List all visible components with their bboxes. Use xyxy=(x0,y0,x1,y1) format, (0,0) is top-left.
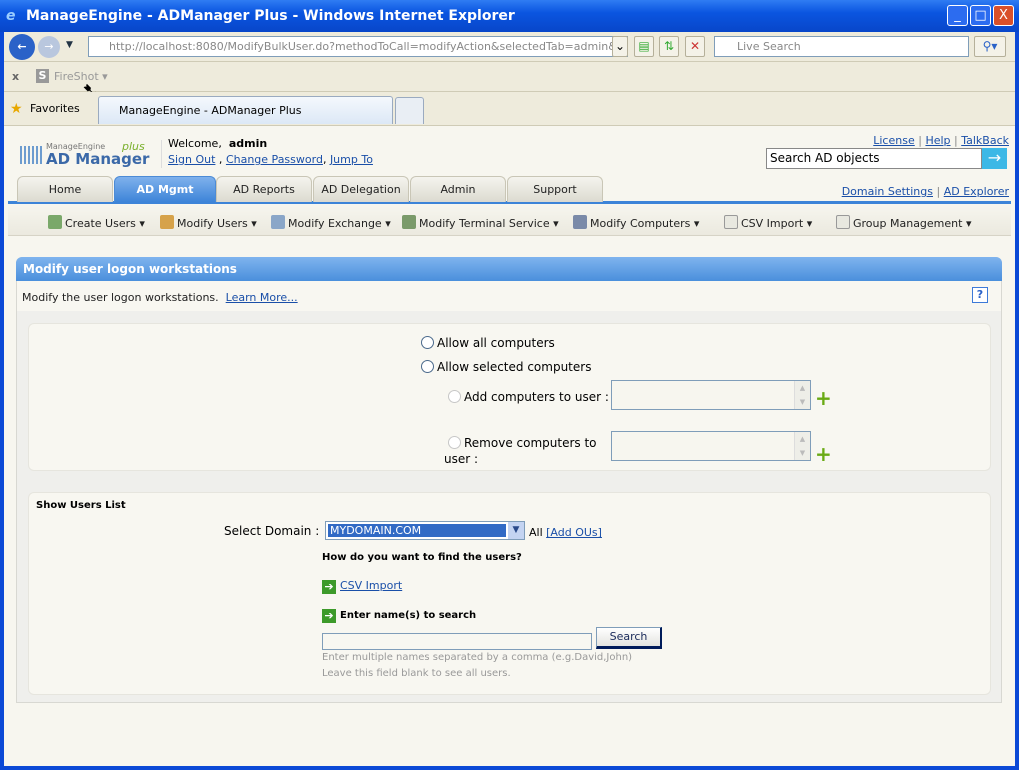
username: admin xyxy=(228,137,268,150)
group-management-icon xyxy=(836,215,850,229)
welcome-text: Welcome, xyxy=(168,137,222,150)
computers-icon xyxy=(573,215,587,229)
enter-names-option: ➔ Enter name(s) to search xyxy=(322,609,476,623)
add-computers-list[interactable]: ▲ ▼ xyxy=(611,380,811,410)
show-users-title: Show Users List xyxy=(36,500,126,511)
scrollbar[interactable]: ▲ ▼ xyxy=(794,432,810,460)
tab-support[interactable]: Support xyxy=(507,176,603,202)
panel-header: Modify user logon workstations xyxy=(16,257,1002,281)
radio-allow-selected[interactable]: Allow selected computers xyxy=(421,360,591,374)
favorites-button[interactable]: Favorites xyxy=(30,102,80,115)
address-bar[interactable]: http://localhost:8080/ModifyBulkUser.do?… xyxy=(88,36,628,57)
menu-modify-users[interactable]: Modify Users ▾ xyxy=(160,215,257,230)
jump-to-link[interactable]: Jump To xyxy=(330,153,373,166)
radio-add-computers[interactable]: Add computers to user : xyxy=(448,390,609,404)
names-search-input[interactable] xyxy=(322,633,592,650)
back-button[interactable]: ← xyxy=(9,34,35,60)
forward-button[interactable]: → xyxy=(38,36,60,58)
refresh-button[interactable]: ⇅ xyxy=(659,36,679,57)
learn-more-link[interactable]: Learn More... xyxy=(226,291,298,304)
modify-exchange-icon xyxy=(271,215,285,229)
menu-modify-computers[interactable]: Modify Computers ▾ xyxy=(573,215,699,230)
browser-tab-active[interactable]: ManageEngine - ADManager Plus xyxy=(98,96,393,124)
history-dropdown-icon[interactable]: ▼ xyxy=(66,40,73,50)
search-button[interactable]: Search xyxy=(596,627,662,649)
talkback-link[interactable]: TalkBack xyxy=(961,134,1009,147)
terminal-service-icon xyxy=(402,215,416,229)
menu-modify-exchange[interactable]: Modify Exchange ▾ xyxy=(271,215,391,230)
help-icon[interactable]: ? xyxy=(972,287,988,303)
arrow-right-icon: ➔ xyxy=(322,580,336,594)
tab-admin[interactable]: Admin xyxy=(410,176,506,202)
ad-explorer-link[interactable]: AD Explorer xyxy=(944,185,1009,198)
tab-home[interactable]: Home xyxy=(17,176,113,202)
scrollbar[interactable]: ▲ ▼ xyxy=(794,381,810,409)
help-link[interactable]: Help xyxy=(925,134,950,147)
fireshot-button[interactable]: FireShot ▾ xyxy=(54,70,108,83)
remove-computer-plus-icon[interactable]: + xyxy=(815,444,832,464)
close-toolbar-icon[interactable]: x xyxy=(12,70,19,83)
address-dropdown[interactable]: ⌄ xyxy=(612,36,628,57)
new-tab-button[interactable] xyxy=(395,97,424,124)
ad-search-input[interactable]: Search AD objects xyxy=(766,148,982,169)
remove-computers-list[interactable]: ▲ ▼ xyxy=(611,431,811,461)
sign-out-link[interactable]: Sign Out xyxy=(168,153,215,166)
live-search-input[interactable]: Live Search xyxy=(714,36,969,57)
arrow-right-icon: ➔ xyxy=(322,609,336,623)
window-title: ManageEngine - ADManager Plus - Windows … xyxy=(26,8,515,24)
domain-settings-link[interactable]: Domain Settings xyxy=(842,185,933,198)
maximize-button[interactable]: □ xyxy=(970,5,991,26)
tab-ad-delegation[interactable]: AD Delegation xyxy=(313,176,409,202)
fireshot-icon: S xyxy=(36,69,49,83)
add-computer-plus-icon[interactable]: + xyxy=(815,388,832,408)
csv-import-icon xyxy=(724,215,738,229)
select-domain-label: Select Domain : xyxy=(224,524,320,538)
close-button[interactable]: X xyxy=(993,5,1014,26)
chevron-down-icon[interactable]: ▼ xyxy=(508,522,524,539)
license-link[interactable]: License xyxy=(873,134,914,147)
menu-modify-terminal-service[interactable]: Modify Terminal Service ▾ xyxy=(402,215,559,230)
all-label: All xyxy=(529,526,543,539)
menu-group-management[interactable]: Group Management ▾ xyxy=(836,215,971,230)
change-password-link[interactable]: Change Password xyxy=(226,153,323,166)
tab-ad-reports[interactable]: AD Reports xyxy=(216,176,312,202)
search-go-button[interactable]: ⚲▾ xyxy=(974,36,1006,57)
add-ous-link[interactable]: [Add OUs] xyxy=(546,526,602,539)
menu-create-users[interactable]: Create Users ▾ xyxy=(48,215,145,230)
csv-import-option[interactable]: ➔ CSV Import xyxy=(322,579,402,594)
minimize-button[interactable]: _ xyxy=(947,5,968,26)
csv-import-link[interactable]: CSV Import xyxy=(340,579,402,592)
panel-description: Modify the user logon workstations. xyxy=(22,291,219,304)
radio-remove-computers[interactable]: Remove computers to user : xyxy=(444,435,597,467)
menu-csv-import[interactable]: CSV Import ▾ xyxy=(724,215,812,230)
hint-multiple-names: Enter multiple names separated by a comm… xyxy=(322,652,633,663)
domain-select[interactable]: MYDOMAIN.COM ▼ xyxy=(325,521,525,540)
radio-allow-all[interactable]: Allow all computers xyxy=(421,336,555,350)
modify-users-icon xyxy=(160,215,174,229)
ie-icon: e xyxy=(6,8,16,24)
ad-search-go-button[interactable]: → xyxy=(982,148,1007,169)
admanager-logo: ManageEngine AD Manager plus xyxy=(20,140,160,170)
create-users-icon xyxy=(48,215,62,229)
tab-ad-mgmt[interactable]: AD Mgmt xyxy=(114,176,216,202)
stop-button[interactable]: ✕ xyxy=(685,36,705,57)
favorites-star-icon: ★ xyxy=(10,101,23,117)
find-users-question: How do you want to find the users? xyxy=(322,552,522,563)
compatibility-icon[interactable]: ▤ xyxy=(634,36,654,57)
fireshot-toolbar xyxy=(4,62,1015,92)
hint-blank-field: Leave this field blank to see all users. xyxy=(322,668,511,679)
title-bar: e ManageEngine - ADManager Plus - Window… xyxy=(0,0,1019,32)
